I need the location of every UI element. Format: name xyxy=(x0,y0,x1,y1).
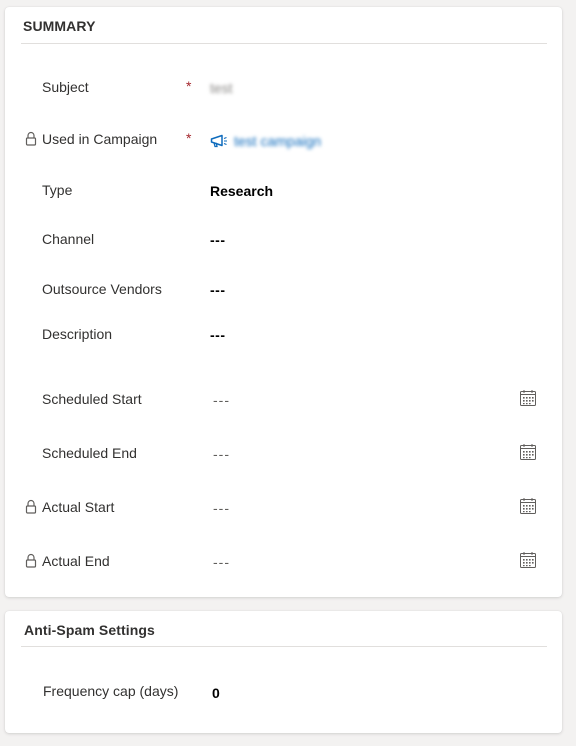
field-type[interactable]: Type Research xyxy=(5,178,562,206)
field-label: Description xyxy=(42,326,113,342)
actual-end-value[interactable]: --- xyxy=(213,554,230,570)
field-outsource-vendors[interactable]: Outsource Vendors --- xyxy=(5,277,562,305)
field-subject[interactable]: Subject * test xyxy=(5,75,562,103)
vendors-value[interactable]: --- xyxy=(210,282,226,298)
field-actual-end[interactable]: Actual End --- xyxy=(5,549,562,577)
required-marker: * xyxy=(186,130,192,146)
calendar-icon[interactable] xyxy=(519,497,537,515)
scheduled-start-value[interactable]: --- xyxy=(213,392,230,408)
field-label: Outsource Vendors xyxy=(42,281,162,297)
field-frequency-cap[interactable]: Frequency cap (days) 0 xyxy=(5,679,562,707)
scheduled-end-value[interactable]: --- xyxy=(213,446,230,462)
anti-spam-section: Anti-Spam Settings Frequency cap (days) … xyxy=(5,611,562,733)
calendar-icon[interactable] xyxy=(519,443,537,461)
required-marker: * xyxy=(186,78,192,94)
field-label: Actual Start xyxy=(42,499,115,515)
lock-icon xyxy=(25,553,37,568)
summary-section-title: SUMMARY xyxy=(23,18,96,34)
lock-icon xyxy=(25,131,37,146)
field-channel[interactable]: Channel --- xyxy=(5,227,562,255)
field-scheduled-start[interactable]: Scheduled Start --- xyxy=(5,387,562,415)
campaign-link-text[interactable]: test campaign xyxy=(234,133,321,149)
type-value[interactable]: Research xyxy=(210,183,273,199)
summary-section: SUMMARY Subject * test Used in Campaign … xyxy=(5,7,562,597)
field-used-in-campaign[interactable]: Used in Campaign * test campaign xyxy=(5,127,562,155)
section-divider xyxy=(21,646,547,647)
field-label: Used in Campaign xyxy=(42,131,158,147)
field-label: Type xyxy=(42,182,73,198)
field-label: Frequency cap (days) xyxy=(43,683,179,699)
calendar-icon[interactable] xyxy=(519,389,537,407)
anti-spam-section-title: Anti-Spam Settings xyxy=(24,622,155,638)
subject-value[interactable]: test xyxy=(210,80,233,96)
megaphone-icon xyxy=(210,134,227,148)
actual-start-value[interactable]: --- xyxy=(213,500,230,516)
field-actual-start[interactable]: Actual Start --- xyxy=(5,495,562,523)
channel-value[interactable]: --- xyxy=(210,232,226,248)
description-value[interactable]: --- xyxy=(210,327,226,343)
frequency-cap-value[interactable]: 0 xyxy=(212,685,220,701)
field-label: Scheduled Start xyxy=(42,391,142,407)
field-label: Scheduled End xyxy=(42,445,137,461)
section-divider xyxy=(21,43,547,44)
lock-icon xyxy=(25,499,37,514)
campaign-link[interactable]: test campaign xyxy=(210,131,321,151)
calendar-icon[interactable] xyxy=(519,551,537,569)
field-label: Subject xyxy=(42,79,89,95)
field-label: Actual End xyxy=(42,553,110,569)
field-description[interactable]: Description --- xyxy=(5,322,562,350)
field-label: Channel xyxy=(42,231,95,247)
field-scheduled-end[interactable]: Scheduled End --- xyxy=(5,441,562,469)
